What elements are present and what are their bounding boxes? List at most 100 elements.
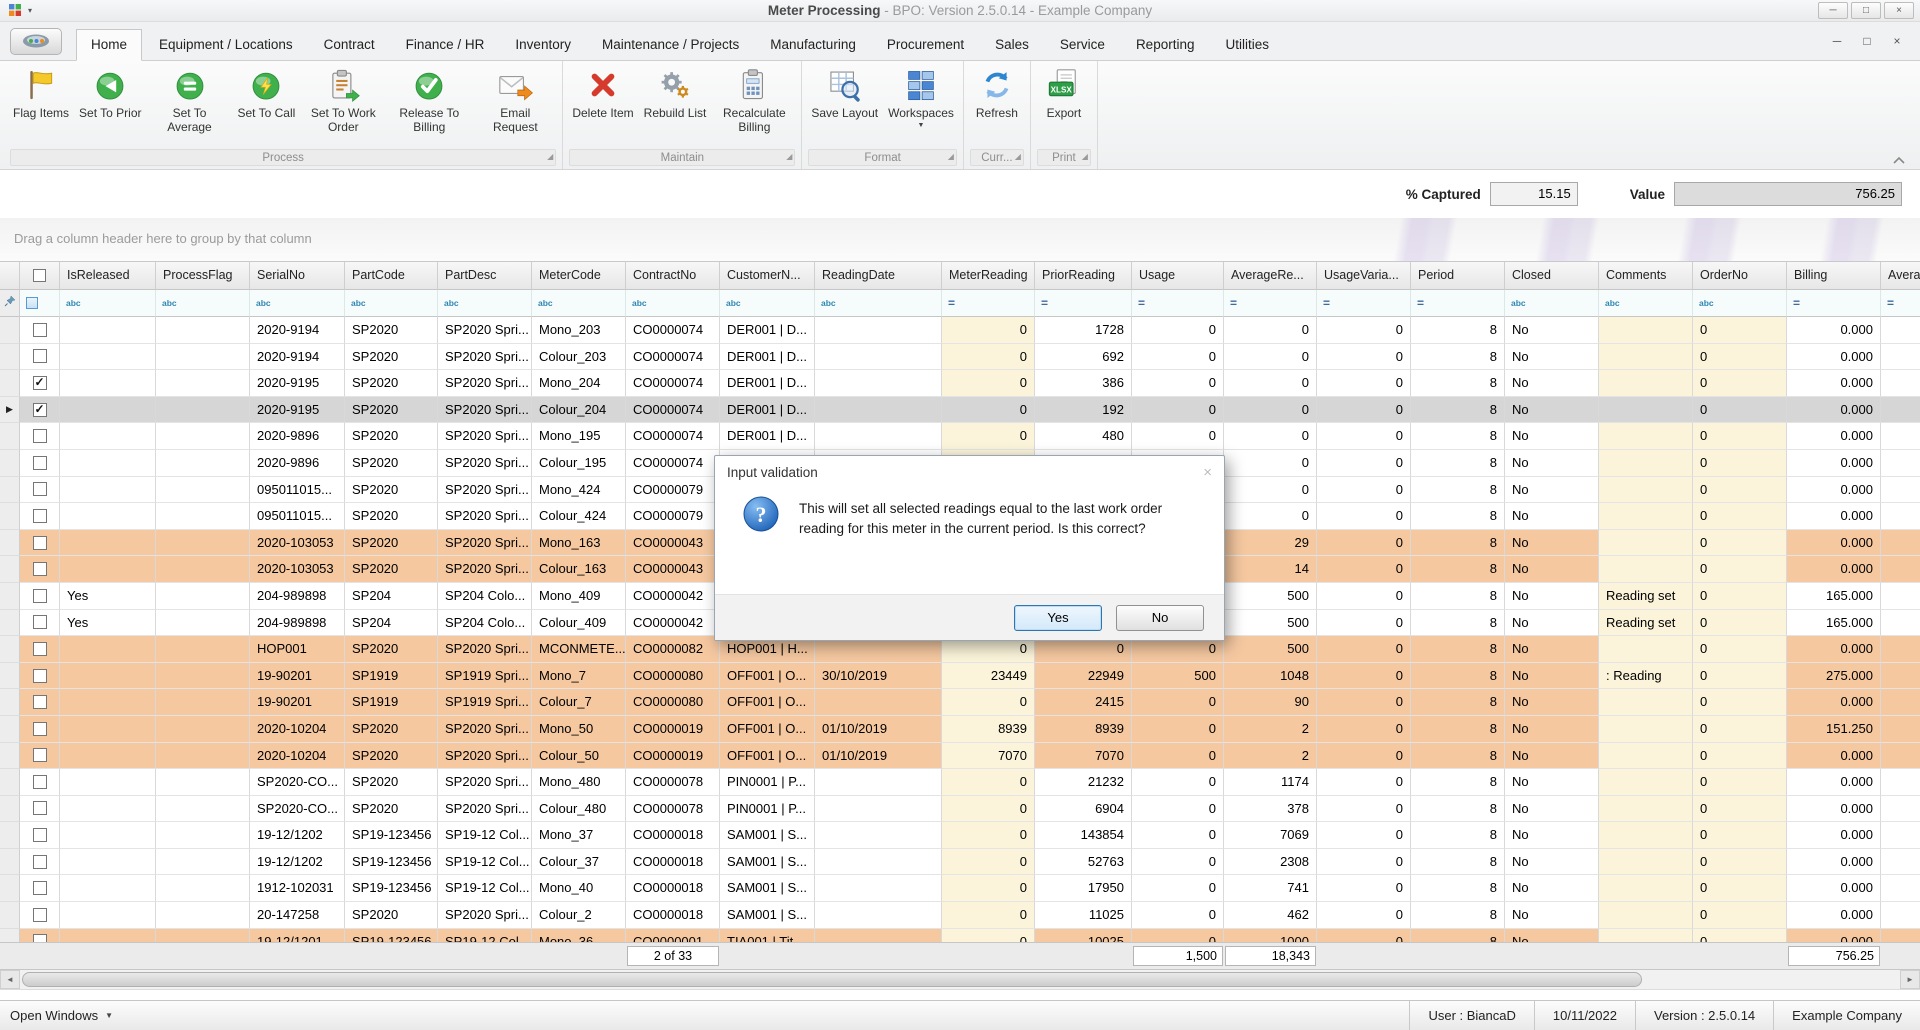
col-header-processFlag[interactable]: ProcessFlag	[156, 262, 250, 290]
row-select-cell[interactable]	[20, 663, 60, 690]
cell-orderNo[interactable]: 0	[1693, 689, 1787, 716]
cell-period[interactable]: 8	[1411, 822, 1505, 849]
row-select-cell[interactable]	[20, 503, 60, 530]
cell-partDesc[interactable]: SP204 Colo...	[438, 610, 532, 637]
cell-contractNo[interactable]: CO0000001	[626, 929, 720, 942]
cell-contractNo[interactable]: CO0000080	[626, 689, 720, 716]
cell-usageVaria[interactable]: 0	[1317, 929, 1411, 942]
scroll-right-arrow[interactable]: ►	[1900, 970, 1920, 989]
mdi-minimize-button[interactable]: ─	[1824, 31, 1850, 51]
cell-contractNo[interactable]: CO0000018	[626, 875, 720, 902]
ribbon-button-workspaces[interactable]: Workspaces▼	[883, 64, 959, 129]
tab-contract[interactable]: Contract	[310, 30, 389, 60]
tab-service[interactable]: Service	[1046, 30, 1119, 60]
cell-isReleased[interactable]	[60, 450, 156, 477]
cell-usageVaria[interactable]: 0	[1317, 423, 1411, 450]
cell-period[interactable]: 8	[1411, 902, 1505, 929]
cell-orderNo[interactable]: 0	[1693, 822, 1787, 849]
cell-billing[interactable]: 165.000	[1787, 583, 1881, 610]
cell-priorReading[interactable]: 692	[1035, 344, 1132, 371]
filter-indicator[interactable]	[0, 290, 20, 317]
col-header-comments[interactable]: Comments	[1599, 262, 1693, 290]
cell-avera[interactable]	[1881, 875, 1920, 902]
cell-readingDate[interactable]	[815, 423, 942, 450]
filter-partCode[interactable]: abc	[345, 290, 438, 317]
cell-orderNo[interactable]: 0	[1693, 663, 1787, 690]
cell-partDesc[interactable]: SP2020 Spri...	[438, 556, 532, 583]
cell-orderNo[interactable]: 0	[1693, 530, 1787, 557]
cell-period[interactable]: 8	[1411, 423, 1505, 450]
cell-averageRe[interactable]: 2308	[1224, 849, 1317, 876]
cell-usageVaria[interactable]: 0	[1317, 530, 1411, 557]
filter-period[interactable]: =	[1411, 290, 1505, 317]
cell-partCode[interactable]: SP2020	[345, 503, 438, 530]
group-by-panel[interactable]: Drag a column header here to group by th…	[0, 218, 1920, 262]
cell-billing[interactable]: 0.000	[1787, 423, 1881, 450]
cell-customer[interactable]: DER001 | D...	[720, 397, 815, 424]
cell-meterReading[interactable]: 0	[942, 769, 1035, 796]
close-button[interactable]: ×	[1884, 2, 1914, 19]
cell-comments[interactable]	[1599, 796, 1693, 823]
cell-period[interactable]: 8	[1411, 743, 1505, 770]
cell-readingDate[interactable]: 01/10/2019	[815, 716, 942, 743]
cell-period[interactable]: 8	[1411, 450, 1505, 477]
mdi-restore-button[interactable]: □	[1854, 31, 1880, 51]
cell-usage[interactable]: 0	[1132, 317, 1224, 344]
cell-meterCode[interactable]: Colour_204	[532, 397, 626, 424]
col-header-billing[interactable]: Billing	[1787, 262, 1881, 290]
cell-partCode[interactable]: SP2020	[345, 556, 438, 583]
cell-partCode[interactable]: SP2020	[345, 902, 438, 929]
cell-processFlag[interactable]	[156, 822, 250, 849]
dialog-launcher-icon[interactable]: ◢	[547, 152, 553, 161]
cell-isReleased[interactable]	[60, 397, 156, 424]
cell-meterReading[interactable]: 0	[942, 849, 1035, 876]
minimize-button[interactable]: ─	[1818, 2, 1848, 19]
cell-avera[interactable]	[1881, 423, 1920, 450]
cell-orderNo[interactable]: 0	[1693, 583, 1787, 610]
cell-readingDate[interactable]	[815, 796, 942, 823]
cell-processFlag[interactable]	[156, 556, 250, 583]
cell-readingDate[interactable]	[815, 929, 942, 942]
cell-processFlag[interactable]	[156, 689, 250, 716]
cell-serialNo[interactable]: 19-12/1202	[250, 822, 345, 849]
cell-serialNo[interactable]: 204-989898	[250, 610, 345, 637]
cell-meterCode[interactable]: Colour_50	[532, 743, 626, 770]
cell-processFlag[interactable]	[156, 610, 250, 637]
cell-billing[interactable]: 0.000	[1787, 849, 1881, 876]
no-button[interactable]: No	[1116, 605, 1204, 631]
cell-billing[interactable]: 0.000	[1787, 450, 1881, 477]
filter-partDesc[interactable]: abc	[438, 290, 532, 317]
cell-avera[interactable]	[1881, 769, 1920, 796]
cell-comments[interactable]	[1599, 689, 1693, 716]
cell-priorReading[interactable]: 143854	[1035, 822, 1132, 849]
cell-meterReading[interactable]: 23449	[942, 663, 1035, 690]
cell-closed[interactable]: No	[1505, 556, 1599, 583]
cell-averageRe[interactable]: 462	[1224, 902, 1317, 929]
cell-meterReading[interactable]: 0	[942, 370, 1035, 397]
cell-closed[interactable]: No	[1505, 822, 1599, 849]
cell-meterCode[interactable]: Colour_424	[532, 503, 626, 530]
cell-meterReading[interactable]: 0	[942, 689, 1035, 716]
cell-usage[interactable]: 0	[1132, 849, 1224, 876]
cell-customer[interactable]: SAM001 | S...	[720, 875, 815, 902]
row-checkbox[interactable]	[33, 589, 47, 603]
cell-isReleased[interactable]	[60, 902, 156, 929]
collapse-ribbon-icon[interactable]	[1892, 152, 1906, 164]
cell-avera[interactable]	[1881, 849, 1920, 876]
cell-partDesc[interactable]: SP19-12 Col...	[438, 929, 532, 942]
cell-period[interactable]: 8	[1411, 344, 1505, 371]
cell-orderNo[interactable]: 0	[1693, 875, 1787, 902]
row-select-cell[interactable]	[20, 716, 60, 743]
cell-closed[interactable]: No	[1505, 796, 1599, 823]
tab-finance-hr[interactable]: Finance / HR	[392, 30, 499, 60]
row-select-cell[interactable]	[20, 769, 60, 796]
cell-comments[interactable]	[1599, 875, 1693, 902]
cell-usageVaria[interactable]: 0	[1317, 796, 1411, 823]
cell-meterReading[interactable]: 0	[942, 902, 1035, 929]
cell-serialNo[interactable]: 19-90201	[250, 689, 345, 716]
cell-averageRe[interactable]: 0	[1224, 344, 1317, 371]
row-checkbox[interactable]	[33, 642, 47, 656]
cell-usageVaria[interactable]: 0	[1317, 610, 1411, 637]
cell-contractNo[interactable]: CO0000079	[626, 503, 720, 530]
cell-avera[interactable]	[1881, 556, 1920, 583]
